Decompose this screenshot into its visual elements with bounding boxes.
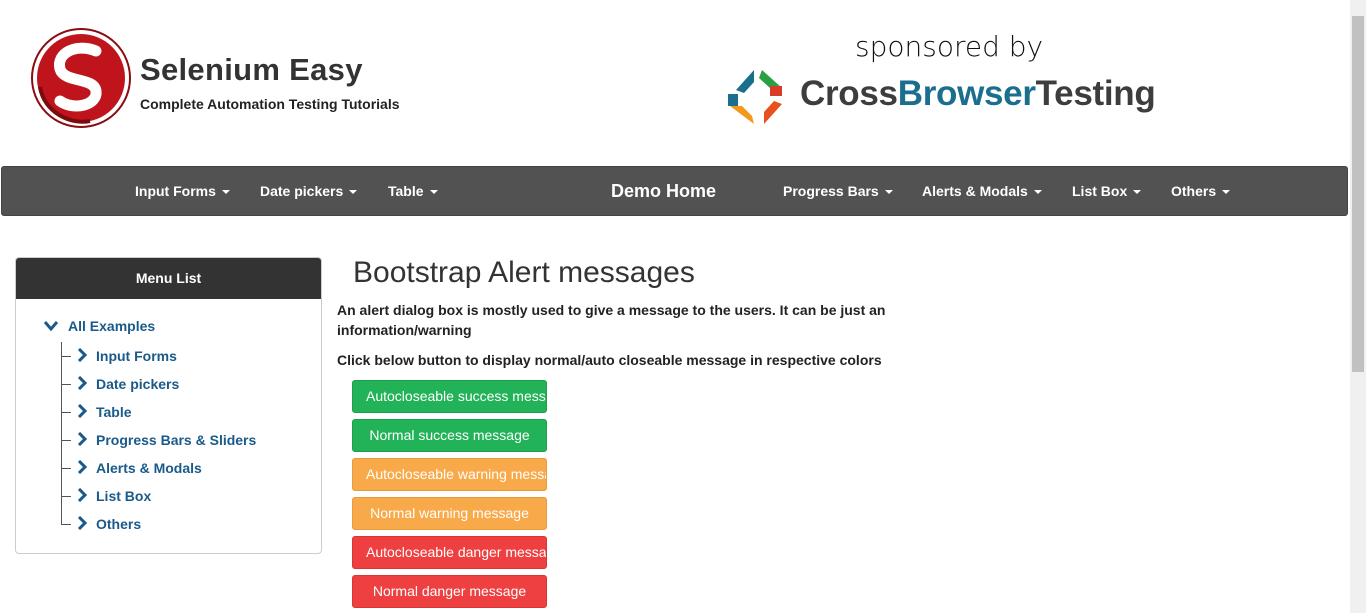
tree-connector — [61, 412, 71, 413]
nav-alerts-modals[interactable]: Alerts & Modals — [922, 167, 1042, 215]
nav-label: Others — [1171, 183, 1217, 199]
nav-input-forms[interactable]: Input Forms — [135, 167, 230, 215]
tree-item-label: Others — [96, 516, 142, 532]
tree-connector — [61, 384, 71, 385]
chevron-right-icon — [77, 488, 87, 502]
nav-progress-bars[interactable]: Progress Bars — [783, 167, 893, 215]
nav-label: Demo Home — [611, 181, 717, 201]
nav-date-pickers[interactable]: Date pickers — [260, 167, 358, 215]
sponsor-name-part3: Testing — [1035, 74, 1156, 113]
tree-item-table[interactable]: Table — [61, 402, 261, 422]
sponsored-by-label: sponsored by — [855, 30, 1044, 63]
brand-title: Selenium Easy — [140, 52, 363, 87]
sponsor-name[interactable]: CrossBrowserTesting — [800, 74, 1156, 114]
tree-root-all-examples[interactable]: All Examples — [44, 318, 155, 334]
sponsor-name-part2: Browser — [897, 74, 1036, 113]
caret-down-icon — [221, 190, 230, 195]
main-navbar: Input Forms Date pickers Table Demo Home… — [1, 166, 1348, 216]
tree-connector — [61, 496, 71, 497]
chevron-right-icon — [77, 432, 87, 446]
brand-subtitle: Complete Automation Testing Tutorials — [140, 96, 400, 112]
menu-list-panel: Menu List All Examples Input Forms Date … — [15, 257, 322, 554]
chevron-right-icon — [77, 516, 87, 530]
nav-label: Date pickers — [260, 183, 344, 199]
normal-warning-button[interactable]: Normal warning message — [352, 497, 547, 530]
site-header: Selenium Easy Complete Automation Testin… — [0, 0, 1350, 166]
nav-others[interactable]: Others — [1171, 167, 1231, 215]
menu-list-title: Menu List — [16, 258, 321, 299]
tree-item-label: Table — [96, 404, 132, 420]
caret-down-icon — [1033, 190, 1042, 195]
tree-item-label: Date pickers — [96, 376, 180, 392]
normal-success-button[interactable]: Normal success message — [352, 419, 547, 452]
nav-label: List Box — [1072, 183, 1128, 199]
caret-down-icon — [429, 190, 438, 195]
chevron-right-icon — [77, 348, 87, 362]
nav-table[interactable]: Table — [388, 167, 438, 215]
autocloseable-warning-button[interactable]: Autocloseable warning message — [352, 458, 547, 491]
tree-item-date-pickers[interactable]: Date pickers — [61, 374, 261, 394]
caret-down-icon — [884, 190, 893, 195]
chevron-down-icon — [44, 321, 58, 331]
crossbrowsertesting-logo-icon[interactable] — [724, 66, 786, 128]
nav-label: Input Forms — [135, 183, 216, 199]
tree-item-label: Input Forms — [96, 348, 177, 364]
tree-item-label: List Box — [96, 488, 152, 504]
tree-root-label: All Examples — [68, 318, 156, 334]
tree-item-others[interactable]: Others — [61, 514, 261, 534]
caret-down-icon — [1222, 190, 1231, 195]
tree-item-label: Alerts & Modals — [96, 460, 202, 476]
chevron-right-icon — [77, 376, 87, 390]
scrollbar-thumb[interactable] — [1352, 16, 1364, 372]
nav-label: Table — [388, 183, 424, 199]
sponsor-name-part1: Cross — [800, 74, 898, 113]
caret-down-icon — [349, 190, 358, 195]
caret-down-icon — [1133, 190, 1142, 195]
chevron-right-icon — [77, 460, 87, 474]
page-instruction: Click below button to display normal/aut… — [337, 352, 882, 368]
nav-label: Progress Bars — [783, 183, 879, 199]
selenium-easy-logo-icon[interactable] — [30, 27, 132, 129]
normal-danger-button[interactable]: Normal danger message — [352, 575, 547, 608]
tree-item-list-box[interactable]: List Box — [61, 486, 261, 506]
page-title: Bootstrap Alert messages — [353, 256, 695, 289]
tree-connector — [61, 524, 71, 525]
chevron-right-icon — [77, 404, 87, 418]
nav-label: Alerts & Modals — [922, 183, 1028, 199]
tree-item-label: Progress Bars & Sliders — [96, 432, 257, 448]
tree-connector — [61, 356, 71, 357]
tree-item-progress-bars-sliders[interactable]: Progress Bars & Sliders — [61, 430, 291, 450]
tree-item-input-forms[interactable]: Input Forms — [61, 346, 261, 366]
nav-list-box[interactable]: List Box — [1072, 167, 1142, 215]
tree-connector — [61, 440, 71, 441]
tree-connector — [61, 468, 71, 469]
autocloseable-danger-button[interactable]: Autocloseable danger message — [352, 536, 547, 569]
autocloseable-success-button[interactable]: Autocloseable success message — [352, 380, 547, 413]
nav-demo-home[interactable]: Demo Home — [611, 167, 716, 215]
tree-item-alerts-modals[interactable]: Alerts & Modals — [61, 458, 261, 478]
page-description: An alert dialog box is mostly used to gi… — [337, 302, 886, 338]
